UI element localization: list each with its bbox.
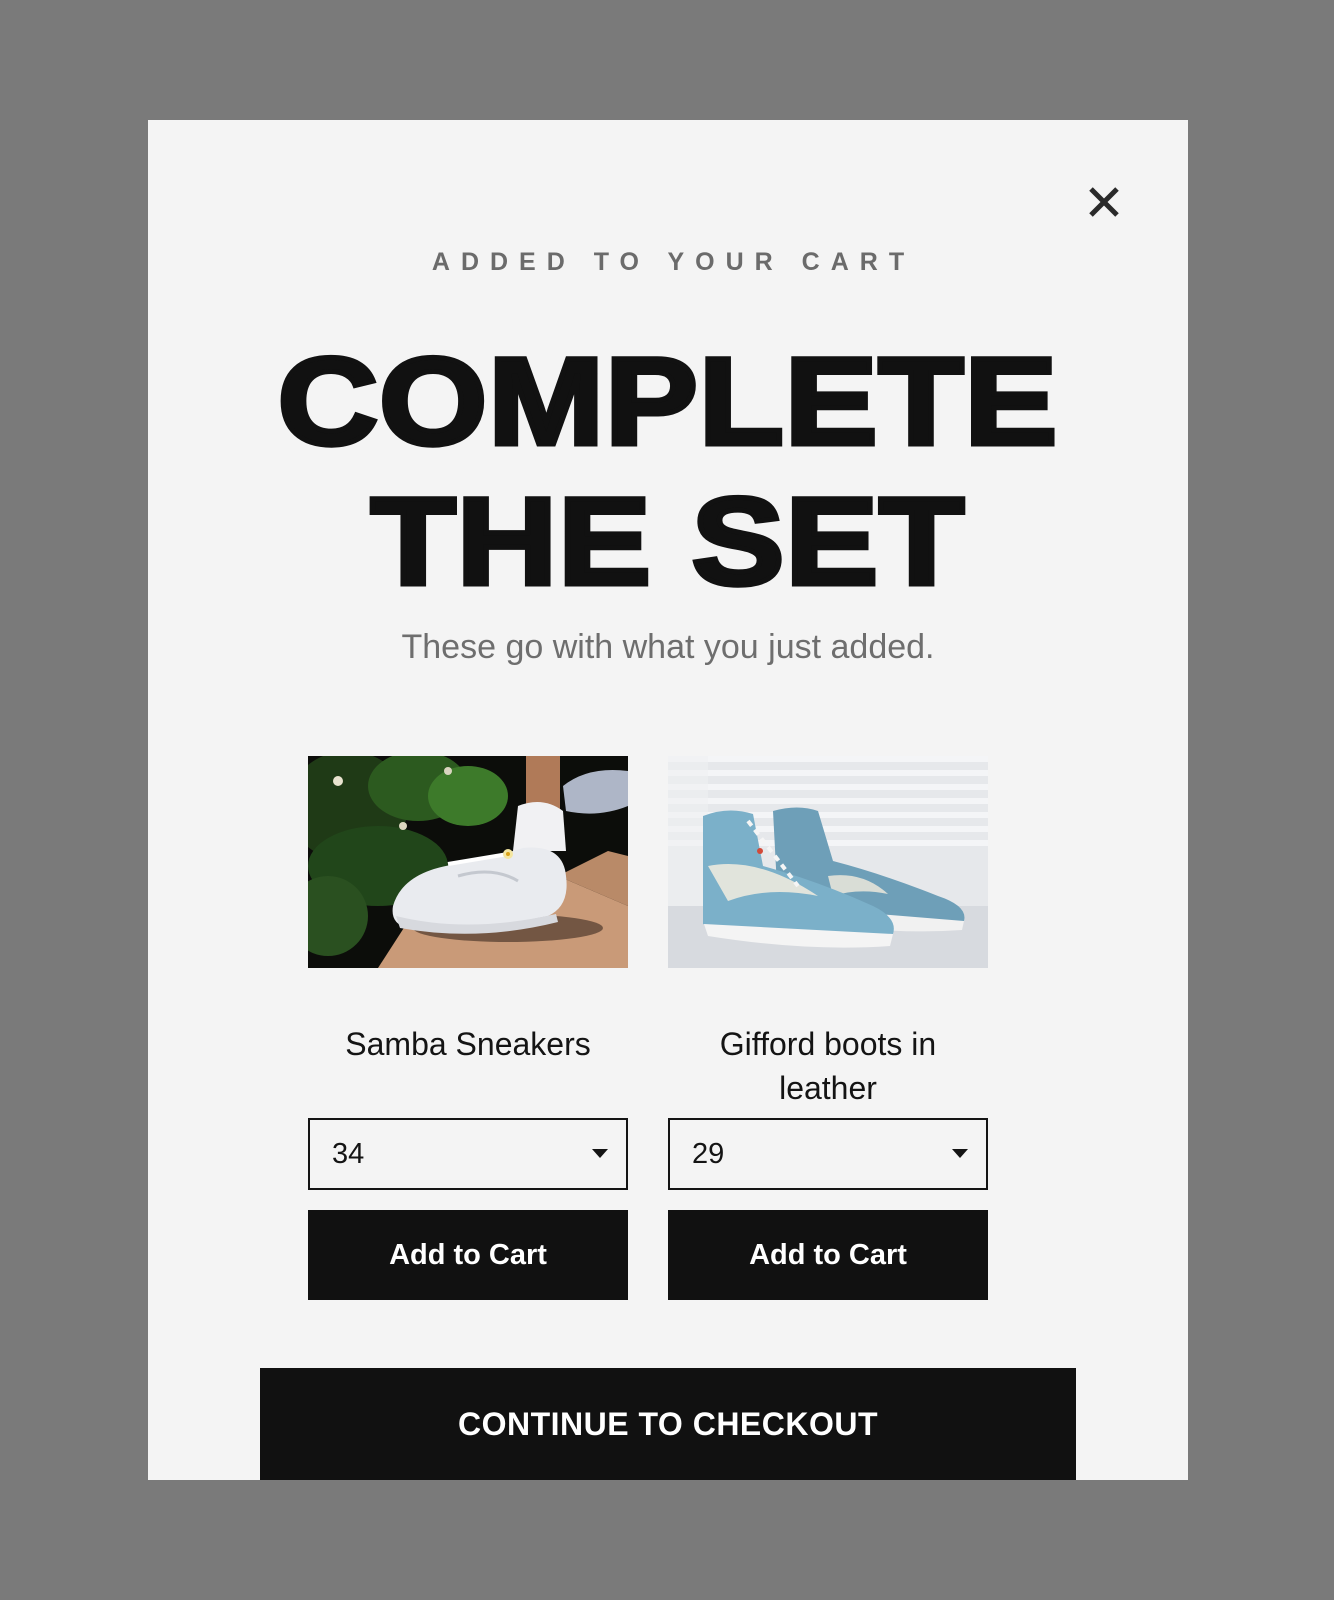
product-name[interactable]: Samba Sneakers <box>308 1022 628 1118</box>
size-select[interactable]: 29 <box>668 1118 988 1190</box>
close-icon <box>1089 187 1119 217</box>
size-select-value: 29 <box>692 1138 725 1170</box>
chevron-down-icon <box>952 1149 968 1158</box>
size-select-value: 34 <box>332 1138 365 1170</box>
add-to-cart-button[interactable]: Add to Cart <box>668 1210 988 1300</box>
size-select[interactable]: 34 <box>308 1118 628 1190</box>
chevron-down-icon <box>592 1149 608 1158</box>
title-line-2: THE SET <box>368 471 967 614</box>
title-line-1: COMPLETE <box>275 331 1060 474</box>
modal-title: COMPLETE THE SET <box>148 331 1188 614</box>
product-card: Samba Sneakers 34 Add to Cart <box>308 756 628 1300</box>
close-button[interactable] <box>1082 180 1126 224</box>
product-image-white-sneaker[interactable] <box>308 756 628 968</box>
product-name[interactable]: Gifford boots in leather <box>668 1022 988 1118</box>
modal-subtitle: These go with what you just added. <box>401 628 935 666</box>
white-sneaker-photo <box>308 756 628 968</box>
continue-to-checkout-button[interactable]: CONTINUE TO CHECKOUT <box>260 1368 1076 1480</box>
cart-upsell-modal: ADDED TO YOUR CART COMPLETE THE SET Thes… <box>148 120 1188 1480</box>
blue-high-top-sneakers-photo <box>668 756 988 968</box>
added-to-cart-eyebrow: ADDED TO YOUR CART <box>431 248 916 276</box>
product-card: Gifford boots in leather 29 Add to Cart <box>668 756 988 1300</box>
add-to-cart-button[interactable]: Add to Cart <box>308 1210 628 1300</box>
product-image-blue-sneakers[interactable] <box>668 756 988 968</box>
